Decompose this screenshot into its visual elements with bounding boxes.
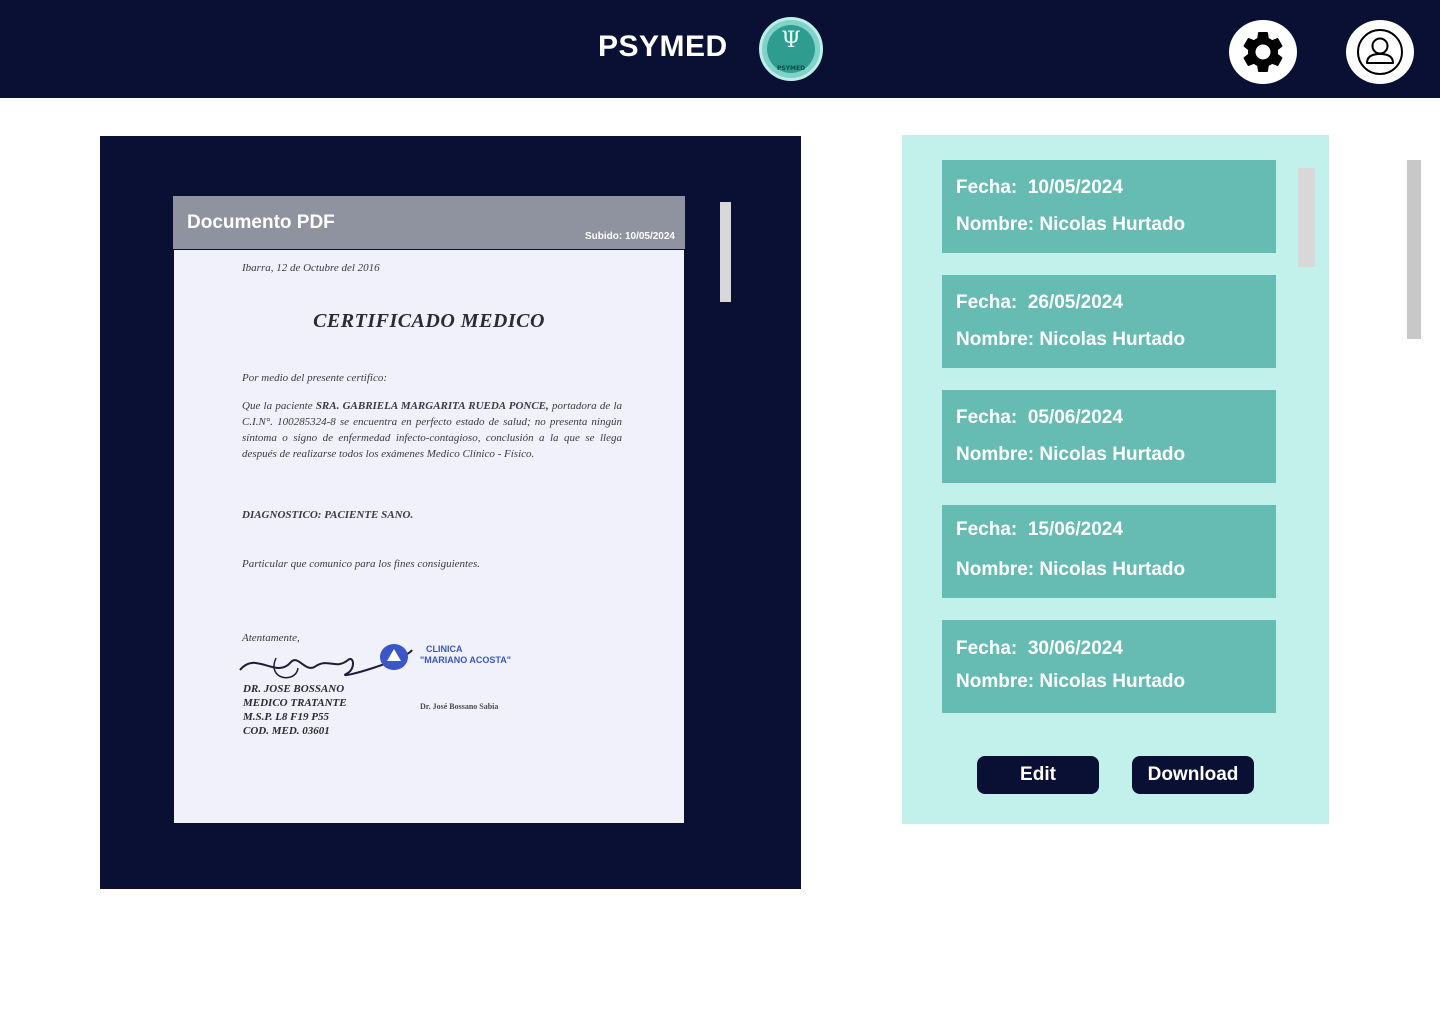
clinic-seal-icon: [380, 644, 408, 670]
doctor-line: M.S.P. L8 F19 P55: [243, 711, 329, 723]
doctor-stamp: Dr. José Bossano Sabia: [420, 702, 499, 711]
name-label: Nombre:: [956, 214, 1035, 235]
doc-place-date: Ibarra, 12 de Octubre del 2016: [242, 262, 380, 274]
date-label: Fecha:: [956, 407, 1018, 428]
name-value: Nicolas Hurtado: [1039, 444, 1186, 465]
doc-body-prefix: Que la paciente: [242, 400, 316, 412]
profile-button[interactable]: [1346, 20, 1414, 84]
record-name: Nombre: Nicolas Hurtado: [956, 444, 1185, 466]
document-viewer: Documento PDF Subido: 10/05/2024 Ibarra,…: [100, 136, 801, 889]
record-date: Fecha: 10/05/2024: [956, 177, 1123, 199]
page-scrollbar[interactable]: [1407, 160, 1421, 339]
clinic-stamp: CLINICA "MARIANO ACOSTA": [420, 644, 511, 666]
doctor-line: MEDICO TRATANTE: [243, 697, 347, 709]
gear-icon: [1243, 31, 1283, 72]
record-card[interactable]: Fecha: 30/06/2024 Nombre: Nicolas Hurtad…: [942, 620, 1276, 713]
date-value: 30/06/2024: [1027, 638, 1123, 659]
doc-patient: SRA. GABRIELA MARGARITA RUEDA PONCE,: [315, 400, 549, 412]
date-label: Fecha:: [956, 638, 1018, 659]
date-value: 26/05/2024: [1027, 292, 1123, 313]
doc-diagnosis: DIAGNOSTICO: PACIENTE SANO.: [242, 509, 414, 521]
pdf-header: Documento PDF Subido: 10/05/2024: [173, 196, 685, 249]
edit-button[interactable]: Edit: [977, 756, 1099, 794]
psi-symbol: Ψ: [781, 28, 801, 53]
name-value: Nicolas Hurtado: [1039, 214, 1186, 235]
viewer-scrollbar[interactable]: [720, 202, 731, 302]
record-name: Nombre: Nicolas Hurtado: [956, 559, 1185, 581]
name-label: Nombre:: [956, 671, 1035, 692]
record-date: Fecha: 30/06/2024: [956, 638, 1123, 660]
record-card[interactable]: Fecha: 15/06/2024 Nombre: Nicolas Hurtad…: [942, 505, 1276, 598]
settings-button[interactable]: [1229, 20, 1297, 84]
name-label: Nombre:: [956, 444, 1035, 465]
record-card[interactable]: Fecha: 05/06/2024 Nombre: Nicolas Hurtad…: [942, 390, 1276, 483]
doctor-line: COD. MED. 03601: [243, 725, 330, 737]
date-label: Fecha:: [956, 292, 1018, 313]
date-value: 10/05/2024: [1027, 177, 1123, 198]
logo-caption: PSYMED: [776, 65, 806, 72]
pdf-title: Documento PDF: [187, 212, 335, 233]
top-navbar: PSYMED Ψ PSYMED: [0, 0, 1440, 98]
record-name: Nombre: Nicolas Hurtado: [956, 671, 1185, 693]
date-value: 05/06/2024: [1027, 407, 1123, 428]
record-date: Fecha: 05/06/2024: [956, 407, 1123, 429]
doc-intro: Por medio del presente certifico:: [242, 372, 387, 384]
name-label: Nombre:: [956, 559, 1035, 580]
download-button[interactable]: Download: [1132, 756, 1254, 794]
name-value: Nicolas Hurtado: [1039, 329, 1186, 350]
psymed-logo: Ψ PSYMED: [759, 17, 823, 81]
record-name: Nombre: Nicolas Hurtado: [956, 329, 1185, 351]
doc-body: Que la paciente SRA. GABRIELA MARGARITA …: [242, 398, 622, 462]
date-label: Fecha:: [956, 519, 1018, 540]
doctor-line: DR. JOSE BOSSANO: [243, 683, 345, 695]
clinic-stamp-line: CLINICA: [426, 644, 463, 654]
name-value: Nicolas Hurtado: [1039, 559, 1186, 580]
doc-heading: CERTIFICADO MEDICO: [313, 310, 545, 332]
records-panel: Fecha: 10/05/2024 Nombre: Nicolas Hurtad…: [902, 135, 1329, 824]
name-label: Nombre:: [956, 329, 1035, 350]
record-card[interactable]: Fecha: 26/05/2024 Nombre: Nicolas Hurtad…: [942, 275, 1276, 368]
clinic-stamp-line: "MARIANO ACOSTA": [420, 655, 512, 665]
record-date: Fecha: 15/06/2024: [956, 519, 1123, 541]
upload-date: Subido: 10/05/2024: [584, 231, 675, 242]
user-icon: [1357, 29, 1403, 75]
date-value: 15/06/2024: [1027, 519, 1123, 540]
record-card[interactable]: Fecha: 10/05/2024 Nombre: Nicolas Hurtad…: [942, 160, 1276, 253]
record-date: Fecha: 26/05/2024: [956, 292, 1123, 314]
name-value: Nicolas Hurtado: [1039, 671, 1186, 692]
doc-closing: Particular que comunico para los fines c…: [242, 558, 480, 570]
date-label: Fecha:: [956, 177, 1018, 198]
app-title: PSYMED: [598, 30, 728, 63]
records-scrollbar[interactable]: [1298, 168, 1315, 267]
record-name: Nombre: Nicolas Hurtado: [956, 214, 1185, 236]
pdf-page[interactable]: Ibarra, 12 de Octubre del 2016 CERTIFICA…: [174, 250, 684, 823]
doctor-signature-block: DR. JOSE BOSSANO MEDICO TRATANTE M.S.P. …: [243, 682, 347, 738]
